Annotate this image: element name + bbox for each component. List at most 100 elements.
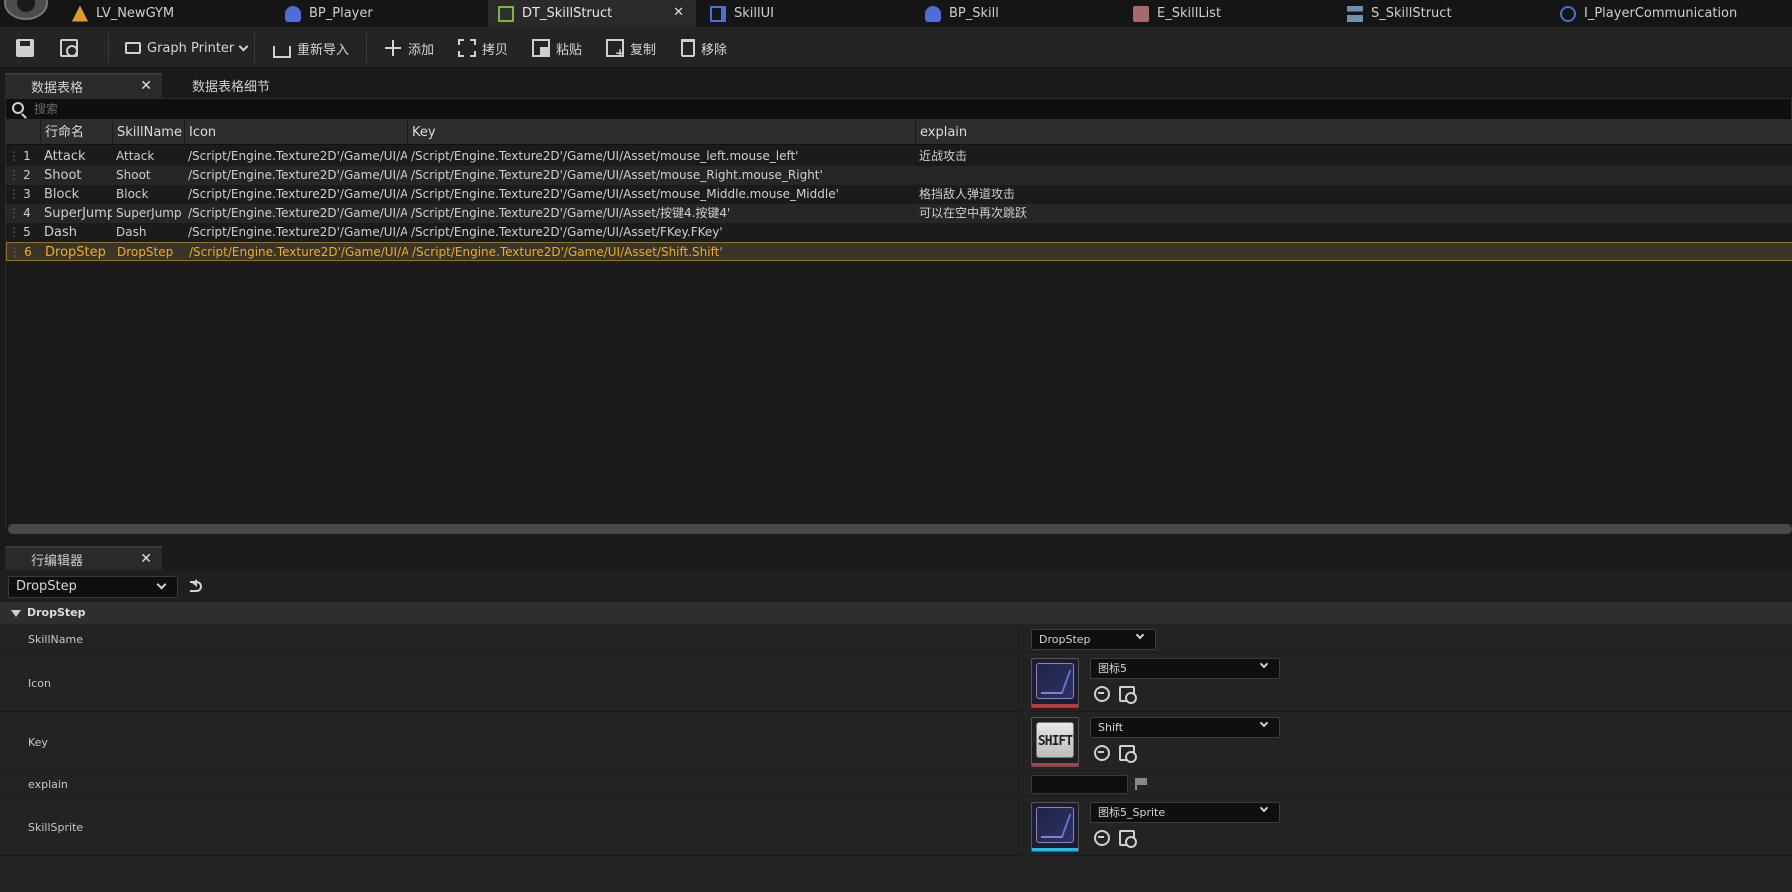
browse-asset-icon[interactable] — [1119, 745, 1137, 763]
tab-bp-skill[interactable]: BP_Skill — [915, 0, 1125, 27]
icon-asset-value: 图标5 — [1098, 662, 1127, 675]
tab-row-editor[interactable]: 行编辑器 ✕ — [5, 546, 162, 571]
asset-tab-bar: LV_NewGYM BP_Player DT_SkillStruct ✕ Ski… — [0, 0, 1792, 27]
table-row[interactable]: ⋮ 6 DropStep DropStep/Script/Engine.Texture… — [6, 242, 1792, 261]
tab-skillui[interactable]: SkillUI — [700, 0, 910, 27]
use-selected-icon[interactable] — [1094, 686, 1110, 702]
header-skill-name[interactable]: SkillName — [112, 120, 184, 145]
header-explain[interactable]: explain — [915, 120, 1792, 145]
drag-handle-icon[interactable]: ⋮ — [6, 166, 16, 185]
graph-printer-button[interactable]: Graph Printer — [125, 35, 249, 61]
remove-button[interactable]: 移除 — [681, 35, 727, 61]
property-label: Icon — [28, 677, 51, 690]
tab-label: 数据表格细节 — [192, 80, 271, 95]
tab-bp-player[interactable]: BP_Player — [275, 0, 485, 27]
close-icon[interactable]: ✕ — [140, 78, 152, 94]
icon-asset-picker[interactable]: 图标5 — [1090, 658, 1280, 679]
tab-i-playercommunication[interactable]: I_PlayerCommunication — [1550, 0, 1792, 27]
drag-handle-icon[interactable]: ⋮ — [6, 204, 16, 223]
tab-data-table-details[interactable]: 数据表格细节 — [166, 73, 326, 98]
datatable-icon — [498, 5, 514, 22]
skill-name-cell: SuperJump — [116, 206, 182, 220]
use-selected-icon[interactable] — [1094, 830, 1110, 846]
asset-type-bar — [1032, 763, 1078, 766]
horizontal-scrollbar[interactable] — [8, 524, 1792, 534]
duplicate-button[interactable]: 复制 — [606, 35, 656, 61]
toolbar-divider — [108, 33, 109, 63]
level-icon — [72, 5, 88, 22]
tab-label: SkillUI — [734, 6, 774, 21]
drag-handle-icon[interactable]: ⋮ — [6, 147, 16, 166]
explain-cell: 格挡敌人弹道攻击 — [919, 187, 1016, 201]
explain-cell: 近战攻击 — [919, 149, 968, 163]
drag-handle-icon[interactable]: ⋮ — [6, 223, 16, 242]
add-row-button[interactable]: 添加 — [384, 35, 434, 61]
row-name-cell: SuperJump — [44, 206, 112, 221]
browse-asset-icon[interactable] — [1119, 686, 1137, 704]
key-thumbnail[interactable]: SHIFT — [1031, 717, 1079, 767]
icon-path-cell: /Script/Engine.Texture2D'/Game/UI/Ass — [188, 149, 407, 163]
add-label: 添加 — [408, 42, 435, 58]
drag-handle-icon[interactable]: ⋮ — [6, 185, 16, 204]
tab-data-table[interactable]: 数据表格 ✕ — [5, 73, 162, 98]
icon-thumbnail[interactable] — [1031, 658, 1079, 708]
skill-name-value: DropStep — [1039, 633, 1091, 646]
duplicate-label: 复制 — [630, 42, 657, 58]
paste-button[interactable]: 粘贴 — [532, 35, 582, 61]
tab-lv-newgym[interactable]: LV_NewGYM — [62, 0, 252, 27]
table-row[interactable]: ⋮ 5 Dash Dash/Script/Engine.Texture2D'/Game… — [6, 223, 1792, 242]
reimport-button[interactable]: 重新导入 — [273, 35, 349, 61]
tab-dt-skillstruct[interactable]: DT_SkillStruct ✕ — [488, 0, 696, 27]
explain-cell — [915, 223, 1792, 242]
header-icon[interactable]: Icon — [184, 120, 407, 145]
property-label: SkillName — [28, 633, 83, 646]
sprite-asset-picker[interactable]: 图标5_Sprite — [1090, 802, 1280, 823]
key-path-cell: /Script/Engine.Texture2D'/Game/UI/Asset/… — [411, 187, 839, 201]
drag-handle-icon[interactable]: ⋮ — [7, 243, 17, 262]
copy-icon — [458, 39, 476, 57]
chevron-down-icon — [1259, 718, 1269, 728]
localization-flag-icon[interactable] — [1135, 778, 1148, 790]
key-path-cell: /Script/Engine.Texture2D'/Game/UI/Asset/… — [411, 225, 723, 239]
table-row[interactable]: ⋮ 1 Attack Attack/Script/Engine.Texture2D'/… — [6, 147, 1792, 166]
row-select-dropdown[interactable]: DropStep — [8, 576, 178, 598]
browse-asset-icon[interactable] — [1119, 830, 1137, 848]
sprite-asset-value: 图标5_Sprite — [1098, 806, 1166, 819]
reimport-icon — [273, 46, 291, 58]
skill-name-cell: DropStep — [117, 245, 174, 259]
header-row-name[interactable]: 行命名 — [40, 120, 112, 145]
chevron-down-icon — [1259, 659, 1269, 669]
tab-s-skillstruct[interactable]: S_SkillStruct — [1337, 0, 1547, 27]
skill-name-dropdown[interactable]: DropStep — [1031, 629, 1156, 650]
use-selected-icon[interactable] — [1094, 745, 1110, 761]
table-row[interactable]: ⋮ 2 Shoot Shoot/Script/Engine.Texture2D'/Ga… — [6, 166, 1792, 185]
column-splitter[interactable] — [1018, 625, 1019, 652]
category-header[interactable]: DropStep — [0, 602, 1792, 624]
copy-button[interactable]: 拷贝 — [458, 35, 508, 61]
close-icon[interactable]: ✕ — [673, 5, 684, 20]
row-editor-tab-bar: 行编辑器 ✕ — [0, 543, 1792, 571]
table-row[interactable]: ⋮ 4 SuperJump SuperJump/Script/Engine.Textu… — [6, 204, 1792, 223]
key-image-text: SHIFT — [1037, 734, 1073, 749]
row-name-cell: DropStep — [45, 245, 106, 260]
asset-type-bar — [1032, 704, 1078, 707]
row-number-cell: 5 — [23, 225, 31, 239]
browse-button[interactable] — [60, 35, 78, 61]
data-table-grid: 行命名 SkillName Icon Key explain ⋮ 1 Attack A… — [5, 120, 1792, 528]
save-button[interactable] — [16, 35, 34, 61]
search-input[interactable] — [34, 100, 634, 118]
header-key[interactable]: Key — [407, 120, 915, 145]
explain-text-input[interactable] — [1031, 775, 1128, 794]
tab-label: E_SkillList — [1157, 6, 1222, 21]
tab-label: LV_NewGYM — [96, 6, 175, 21]
row-name-cell: Dash — [44, 225, 77, 240]
key-path-cell: /Script/Engine.Texture2D'/Game/UI/Asset/… — [411, 206, 731, 220]
tab-label: BP_Player — [309, 6, 373, 21]
unreal-logo-icon[interactable] — [4, 0, 48, 20]
revert-arrow-icon[interactable] — [188, 579, 202, 592]
table-row[interactable]: ⋮ 3 Block Block/Script/Engine.Texture2D'/Ga… — [6, 185, 1792, 204]
tab-e-skilllist[interactable]: E_SkillList — [1123, 0, 1333, 27]
close-icon[interactable]: ✕ — [140, 551, 152, 567]
key-asset-picker[interactable]: Shift — [1090, 717, 1280, 738]
sprite-thumbnail[interactable] — [1031, 802, 1079, 852]
